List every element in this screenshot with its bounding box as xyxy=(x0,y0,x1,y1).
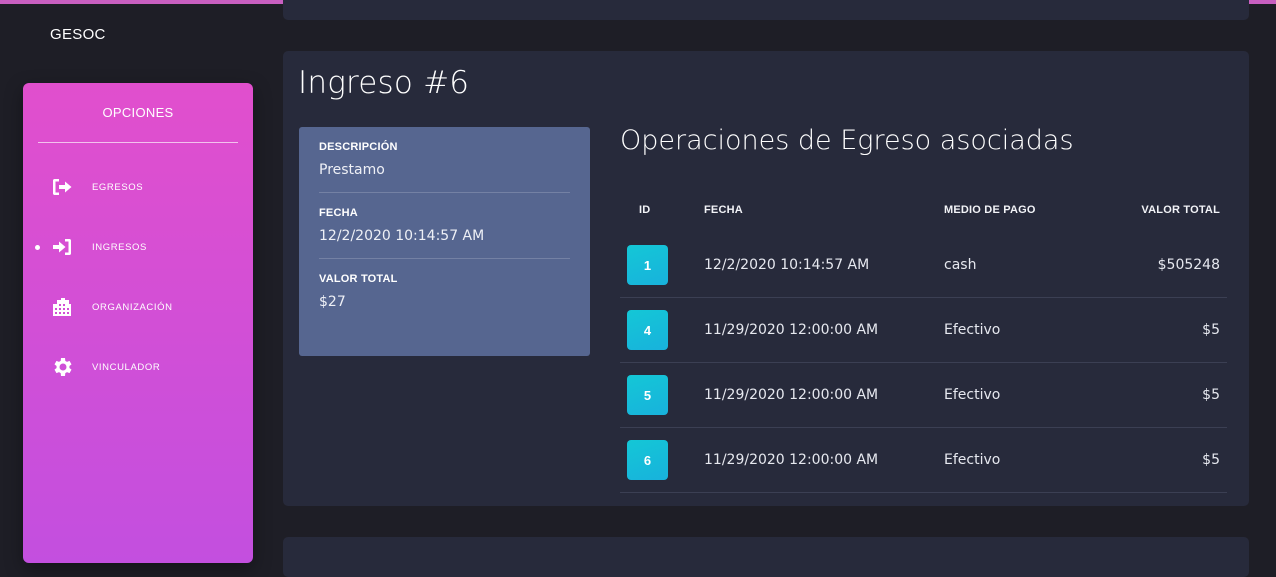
operaciones-table: ID FECHA MEDIO DE PAGO VALOR TOTAL 1 12/… xyxy=(620,197,1227,493)
table-row[interactable]: 6 11/29/2020 12:00:00 AM Efectivo $5 xyxy=(620,428,1227,493)
fecha-cell: 12/2/2020 10:14:57 AM xyxy=(704,257,870,273)
table-row[interactable]: 5 11/29/2020 12:00:00 AM Efectivo $5 xyxy=(620,363,1227,428)
info-value: $27 xyxy=(319,294,346,310)
fecha-cell: 11/29/2020 12:00:00 AM xyxy=(704,452,879,468)
card-previous xyxy=(283,0,1249,20)
table-row[interactable]: 1 12/2/2020 10:14:57 AM cash $505248 xyxy=(620,233,1227,298)
column-header-medio-de-pago: MEDIO DE PAGO xyxy=(944,204,1036,216)
id-badge[interactable]: 4 xyxy=(627,310,668,350)
brand-logo[interactable]: GESOC xyxy=(50,26,106,43)
info-value: 12/2/2020 10:14:57 AM xyxy=(319,228,485,244)
card-next xyxy=(283,537,1249,577)
info-label: FECHA xyxy=(319,207,358,219)
fecha-cell: 11/29/2020 12:00:00 AM xyxy=(704,387,879,403)
id-cell: 6 xyxy=(620,440,704,480)
sidebar-item-label: ORGANIZACIÓN xyxy=(92,301,173,313)
id-badge[interactable]: 1 xyxy=(627,245,668,285)
sidebar-item-egresos[interactable]: EGRESOS xyxy=(23,157,253,217)
id-badge[interactable]: 5 xyxy=(627,375,668,415)
medio-cell: Efectivo xyxy=(944,452,1001,468)
info-value: Prestamo xyxy=(319,162,385,178)
table-body: 1 12/2/2020 10:14:57 AM cash $505248 4 1… xyxy=(620,233,1227,493)
info-descripcion: DESCRIPCIÓN Prestamo xyxy=(319,141,570,193)
table-header: ID FECHA MEDIO DE PAGO VALOR TOTAL xyxy=(620,197,1227,223)
id-cell: 4 xyxy=(620,310,704,350)
id-cell: 1 xyxy=(620,245,704,285)
sidebar: OPCIONES EGRESOS INGRESOS ORGANIZACIÓN V… xyxy=(23,83,253,563)
info-fecha: FECHA 12/2/2020 10:14:57 AM xyxy=(319,207,570,259)
sidebar-nav: EGRESOS INGRESOS ORGANIZACIÓN VINCULADOR xyxy=(23,157,253,397)
medio-cell: cash xyxy=(944,257,977,273)
sidebar-item-label: EGRESOS xyxy=(92,181,144,193)
medio-cell: Efectivo xyxy=(944,387,1001,403)
info-valor-total: VALOR TOTAL $27 xyxy=(319,273,570,324)
valor-cell: $5 xyxy=(1202,322,1220,338)
sidebar-item-label: INGRESOS xyxy=(92,241,147,253)
ingreso-info-panel: DESCRIPCIÓN Prestamo FECHA 12/2/2020 10:… xyxy=(299,127,590,356)
sidebar-divider xyxy=(38,142,238,143)
valor-cell: $505248 xyxy=(1157,257,1220,273)
building-icon xyxy=(50,295,74,319)
sidebar-title: OPCIONES xyxy=(102,105,174,120)
valor-cell: $5 xyxy=(1202,387,1220,403)
valor-cell: $5 xyxy=(1202,452,1220,468)
sidebar-item-organizacion[interactable]: ORGANIZACIÓN xyxy=(23,277,253,337)
column-header-id: ID xyxy=(639,204,651,216)
sidebar-item-ingresos[interactable]: INGRESOS xyxy=(23,217,253,277)
ingreso-card: Ingreso #6 DESCRIPCIÓN Prestamo FECHA 12… xyxy=(283,51,1249,506)
info-label: VALOR TOTAL xyxy=(319,273,398,285)
info-label: DESCRIPCIÓN xyxy=(319,141,398,153)
id-badge[interactable]: 6 xyxy=(627,440,668,480)
fecha-cell: 11/29/2020 12:00:00 AM xyxy=(704,322,879,338)
column-header-valor-total: VALOR TOTAL xyxy=(1141,204,1220,216)
operaciones-title: Operaciones de Egreso asociadas xyxy=(620,125,1074,156)
id-cell: 5 xyxy=(620,375,704,415)
sign-in-icon xyxy=(50,235,74,259)
gear-icon xyxy=(50,355,74,379)
sidebar-item-label: VINCULADOR xyxy=(92,361,161,373)
page-title: Ingreso #6 xyxy=(298,65,470,101)
column-header-fecha: FECHA xyxy=(704,204,743,216)
table-row[interactable]: 4 11/29/2020 12:00:00 AM Efectivo $5 xyxy=(620,298,1227,363)
sign-out-icon xyxy=(50,175,74,199)
sidebar-item-vinculador[interactable]: VINCULADOR xyxy=(23,337,253,397)
active-indicator xyxy=(35,245,40,250)
medio-cell: Efectivo xyxy=(944,322,1001,338)
